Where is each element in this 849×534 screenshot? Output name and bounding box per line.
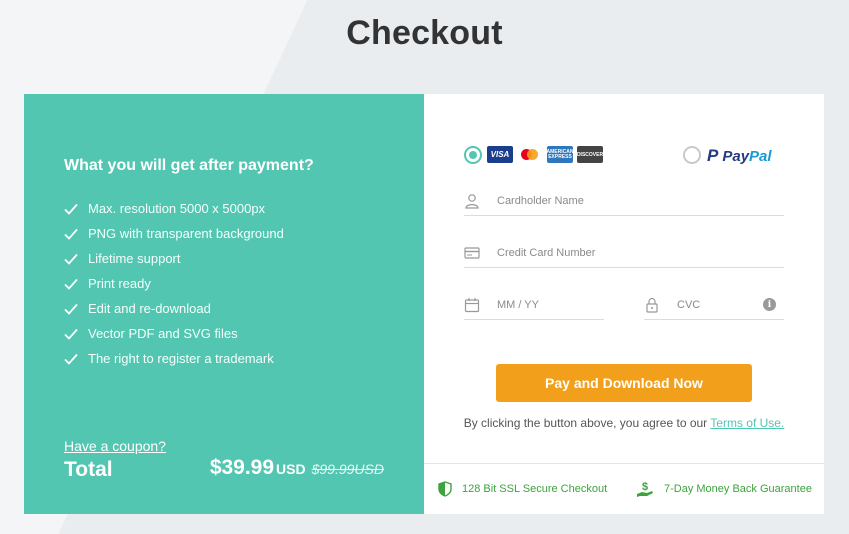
card-payment-radio[interactable] <box>464 146 482 164</box>
check-icon <box>64 303 78 315</box>
feature-item: The right to register a trademark <box>64 346 284 371</box>
cvc-field: i <box>644 290 784 320</box>
calendar-icon <box>464 297 480 312</box>
paypal-word-pay: Pay <box>722 147 750 165</box>
feature-label: The right to register a trademark <box>88 351 274 366</box>
card-number-field <box>464 238 784 268</box>
check-icon <box>64 203 78 215</box>
paypal-icon: P <box>707 146 719 165</box>
card-logos: VISA AMERICAN EXPRESS DISCOVER <box>487 146 603 163</box>
page-title: Checkout <box>346 14 503 52</box>
feature-label: PNG with transparent background <box>88 226 284 241</box>
check-icon <box>64 328 78 340</box>
feature-item: Print ready <box>64 271 284 296</box>
cvc-input[interactable] <box>677 298 747 311</box>
amex-logo-icon: AMERICAN EXPRESS <box>547 146 573 163</box>
feature-label: Vector PDF and SVG files <box>88 326 238 341</box>
ssl-badge-label: 128 Bit SSL Secure Checkout <box>462 483 608 495</box>
cardholder-input[interactable] <box>497 194 737 207</box>
discover-logo-icon: DISCOVER <box>577 146 603 163</box>
credit-card-icon <box>464 246 480 259</box>
expiry-field <box>464 290 604 320</box>
trust-badges: 128 Bit SSL Secure Checkout $ 7-Day Mone… <box>424 463 824 514</box>
coupon-link[interactable]: Have a coupon? <box>64 438 166 454</box>
price-currency: USD <box>276 461 306 477</box>
order-summary-panel: What you will get after payment? Max. re… <box>24 94 424 514</box>
check-icon <box>64 228 78 240</box>
paypal-word-pal: Pal <box>749 147 772 165</box>
feature-label: Max. resolution 5000 x 5000px <box>88 201 266 216</box>
feature-label: Lifetime support <box>88 251 181 266</box>
total-label: Total <box>64 458 113 481</box>
checkout-card: What you will get after payment? Max. re… <box>24 94 824 514</box>
guarantee-badge-label: 7-Day Money Back Guarantee <box>664 483 812 495</box>
check-icon <box>64 253 78 265</box>
check-icon <box>64 353 78 365</box>
cardholder-field <box>464 186 784 216</box>
paypal-payment-radio[interactable] <box>683 146 701 164</box>
terms-notice-text: By clicking the button above, you agree … <box>463 416 711 430</box>
feature-item: Lifetime support <box>64 246 284 271</box>
card-number-input[interactable] <box>497 246 737 259</box>
lock-icon <box>646 297 658 313</box>
feature-label: Print ready <box>88 276 151 291</box>
shield-icon <box>438 481 452 497</box>
feature-item: Max. resolution 5000 x 5000px <box>64 196 284 221</box>
guarantee-badge: $ 7-Day Money Back Guarantee <box>636 480 812 498</box>
feature-item: Vector PDF and SVG files <box>64 321 284 346</box>
feature-item: Edit and re-download <box>64 296 284 321</box>
check-icon <box>64 278 78 290</box>
expiry-input[interactable] <box>497 298 597 311</box>
ssl-badge: 128 Bit SSL Secure Checkout <box>438 481 607 497</box>
terms-of-use-link[interactable]: Terms of Use. <box>710 416 784 430</box>
total-price: $39.99 USD $99.99USD <box>210 456 384 480</box>
payment-panel: VISA AMERICAN EXPRESS DISCOVER P Pay Pal … <box>424 94 824 514</box>
summary-heading: What you will get after payment? <box>64 157 314 174</box>
info-icon[interactable]: i <box>763 298 776 311</box>
visa-logo-icon: VISA <box>487 146 513 163</box>
svg-text:$: $ <box>642 481 648 493</box>
paypal-logo[interactable]: P Pay Pal <box>707 146 772 166</box>
user-icon <box>465 193 479 209</box>
feature-label: Edit and re-download <box>88 301 211 316</box>
price-value: $39.99 <box>209 456 275 479</box>
money-hand-icon: $ <box>637 481 653 497</box>
old-price: $99.99USD <box>311 461 384 477</box>
pay-and-download-button[interactable]: Pay and Download Now <box>496 364 752 402</box>
mastercard-logo-icon <box>517 146 543 163</box>
feature-list: Max. resolution 5000 x 5000px PNG with t… <box>64 196 284 371</box>
terms-notice: By clicking the button above, you agree … <box>424 416 824 430</box>
feature-item: PNG with transparent background <box>64 221 284 246</box>
